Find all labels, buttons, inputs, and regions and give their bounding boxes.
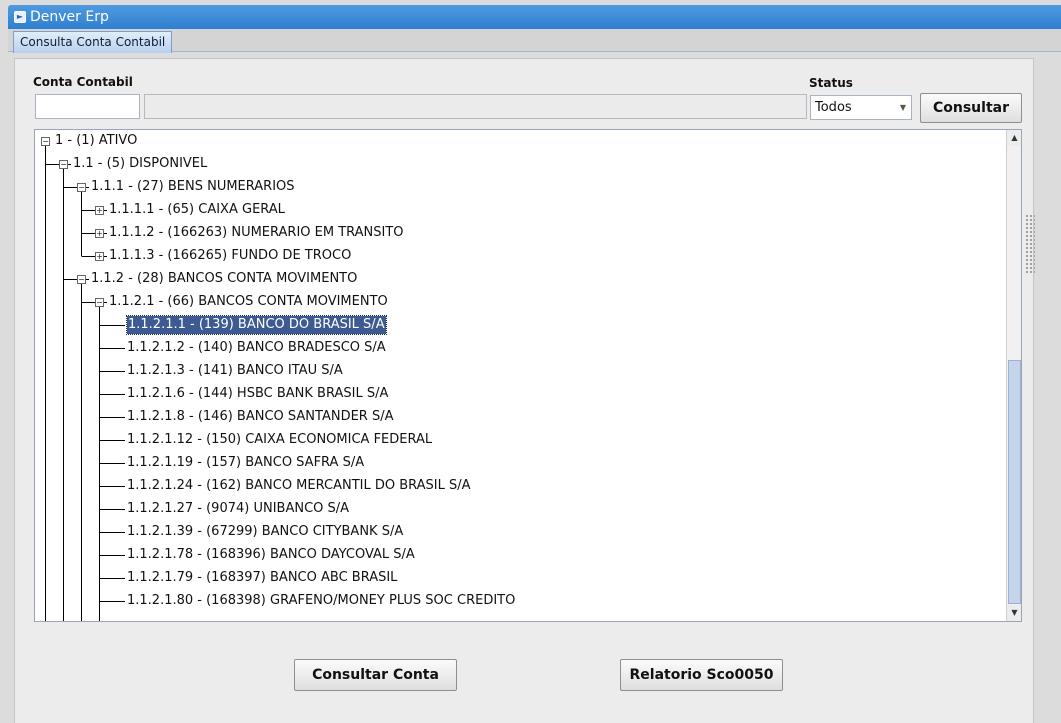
tree-node[interactable]: 1.1.2.1.8 - (146) BANCO SANTANDER S/A (127, 408, 393, 426)
scroll-thumb[interactable] (1008, 360, 1021, 604)
tree-node[interactable]: 1.1.2.1.1 - (139) BANCO DO BRASIL S/A (126, 315, 387, 335)
expand-toggle-icon[interactable]: + (95, 206, 104, 215)
expand-toggle-icon[interactable]: + (95, 229, 104, 238)
tree-vertical-scrollbar[interactable]: ▲ ▼ (1006, 130, 1021, 621)
tree-node[interactable]: 1.1.2.1.12 - (150) CAIXA ECONOMICA FEDER… (127, 431, 432, 449)
tree-node[interactable]: 1.1.2.1.2 - (140) BANCO BRADESCO S/A (127, 339, 386, 357)
expand-toggle-icon[interactable]: + (95, 252, 104, 261)
collapse-toggle-icon[interactable]: − (77, 183, 86, 192)
tree-node[interactable]: 1.1.1.1 - (65) CAIXA GERAL (109, 201, 285, 219)
tree-node[interactable]: 1.1.2.1.3 - (141) BANCO ITAU S/A (127, 362, 343, 380)
status-selected-value: Todos (815, 100, 852, 115)
tree-node[interactable]: 1.1.2.1 - (66) BANCOS CONTA MOVIMENTO (109, 293, 388, 311)
tab-bar: Consulta Conta Contabil (8, 29, 1061, 53)
conta-code-input[interactable] (35, 94, 140, 119)
tree-node[interactable]: 1.1.2.1.6 - (144) HSBC BANK BRASIL S/A (127, 385, 388, 403)
scroll-down-icon[interactable]: ▼ (1007, 605, 1021, 621)
tree-node[interactable]: 1.1 - (5) DISPONIVEL (73, 155, 207, 173)
window-titlebar: ► Denver Erp (8, 5, 1061, 29)
collapse-toggle-icon[interactable]: − (59, 160, 68, 169)
scroll-up-icon[interactable]: ▲ (1007, 130, 1021, 146)
tree-node[interactable]: 1.1.2.1.24 - (162) BANCO MERCANTIL DO BR… (127, 477, 471, 495)
tree-node[interactable]: 1.1.1 - (27) BENS NUMERARIOS (91, 178, 295, 196)
tree-node[interactable]: 1.1.2 - (28) BANCOS CONTA MOVIMENTO (91, 270, 357, 288)
main-panel: Conta Contabil Status Todos ▼ Consultar … (14, 58, 1035, 723)
status-select[interactable]: Todos ▼ (810, 95, 912, 120)
conta-contabil-label: Conta Contabil (33, 75, 133, 89)
collapse-toggle-icon[interactable]: − (95, 298, 104, 307)
account-tree[interactable]: −1 - (1) ATIVO −1.1 - (5) DISPONIVEL −1.1.… (34, 129, 1022, 622)
status-label: Status (809, 76, 853, 90)
window-title: Denver Erp (30, 9, 109, 25)
chevron-down-icon[interactable]: ▼ (895, 96, 911, 119)
tree-node[interactable]: 1.1.1.3 - (166265) FUNDO DE TROCO (109, 247, 351, 265)
conta-description-field (144, 94, 807, 119)
tree-node[interactable]: 1.1.2.1.27 - (9074) UNIBANCO S/A (127, 500, 349, 518)
tree-node[interactable]: 1.1.2.1.79 - (168397) BANCO ABC BRASIL (127, 569, 397, 587)
app-icon: ► (14, 11, 26, 23)
relatorio-sco0050-button[interactable]: Relatorio Sco0050 (620, 659, 783, 691)
tree-node[interactable]: 1.1.2.1.80 - (168398) GRAFENO/MONEY PLUS… (127, 592, 515, 610)
tree-node[interactable]: 1.1.2.1.19 - (157) BANCO SAFRA S/A (127, 454, 364, 472)
tab-consulta-conta-contabil[interactable]: Consulta Conta Contabil (13, 31, 173, 53)
consultar-conta-button[interactable]: Consultar Conta (294, 659, 457, 691)
tree-node[interactable]: 1.1.2.1.39 - (67299) BANCO CITYBANK S/A (127, 523, 403, 541)
tree-node[interactable]: 1.1.2.1.78 - (168396) BANCO DAYCOVAL S/A (127, 546, 415, 564)
consultar-button[interactable]: Consultar (920, 93, 1022, 123)
collapse-toggle-icon[interactable]: − (77, 275, 86, 284)
collapse-toggle-icon[interactable]: − (41, 137, 50, 146)
tree-node[interactable]: 1.1.1.2 - (166263) NUMERARIO EM TRANSITO (109, 224, 404, 242)
tree-node[interactable]: 1 - (1) ATIVO (55, 132, 137, 150)
resize-grip-icon[interactable] (1025, 214, 1035, 274)
